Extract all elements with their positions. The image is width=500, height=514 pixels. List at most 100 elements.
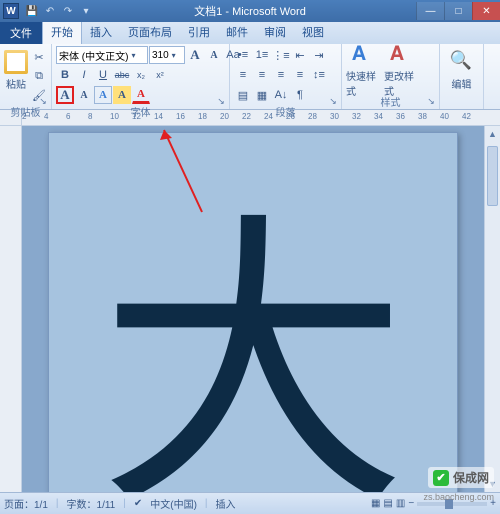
status-language[interactable]: 中文(中国)	[150, 496, 197, 511]
paragraph-launcher[interactable]: ↘	[327, 95, 339, 107]
editing-button[interactable]: 🔍 编辑	[444, 46, 479, 94]
font-size-combo[interactable]: 310 ▾	[149, 46, 185, 64]
align-left-button[interactable]: ≡	[234, 66, 252, 84]
tab-page-layout[interactable]: 页面布局	[120, 20, 180, 44]
bold-button[interactable]: B	[56, 66, 74, 84]
tab-view[interactable]: 视图	[294, 20, 332, 44]
document-text[interactable]: 大	[98, 217, 408, 492]
watermark-icon: ✔	[433, 470, 449, 486]
ruler-tick: 40	[440, 112, 449, 121]
vertical-ruler[interactable]	[0, 126, 22, 492]
status-spellcheck-icon[interactable]: ✔	[134, 498, 142, 509]
ruler-tick: 14	[154, 112, 163, 121]
text-effects-button[interactable]: A	[94, 86, 112, 104]
font-launcher[interactable]: ↘	[215, 95, 227, 107]
chevron-down-icon: ▾	[128, 51, 138, 60]
multilevel-list-button[interactable]: ⋮≡	[272, 46, 290, 64]
zoom-out-button[interactable]: −	[408, 498, 414, 509]
view-web-icon[interactable]: ▥	[396, 498, 405, 509]
show-marks-button[interactable]: ¶	[291, 86, 309, 104]
file-tab[interactable]: 文件	[0, 22, 42, 44]
ruler-tick: 38	[418, 112, 427, 121]
tab-references[interactable]: 引用	[180, 20, 218, 44]
page-viewport[interactable]: 大	[22, 126, 484, 492]
ruler-tick: 36	[396, 112, 405, 121]
group-styles: 𝐀 快速样式 𝐀 更改样式 样式 ↘	[342, 44, 440, 109]
save-button[interactable]: 💾	[24, 3, 40, 19]
view-print-layout-icon[interactable]: ▦	[371, 498, 380, 509]
chevron-down-icon: ▾	[169, 51, 179, 60]
ruler-tick: 10	[110, 112, 119, 121]
undo-button[interactable]: ↶	[42, 3, 58, 19]
vertical-scrollbar[interactable]: ▲ ▼	[484, 126, 500, 492]
subscript-button[interactable]: x₂	[132, 66, 150, 84]
line-spacing-button[interactable]: ↕≡	[310, 66, 328, 84]
strikethrough-button[interactable]: abc	[113, 66, 131, 84]
tab-review[interactable]: 审阅	[256, 20, 294, 44]
ruler-tick: 4	[44, 112, 48, 121]
ruler-tick: 32	[352, 112, 361, 121]
status-page[interactable]: 页面：1/1	[4, 496, 48, 511]
align-right-button[interactable]: ≡	[272, 66, 290, 84]
view-reading-icon[interactable]: ▤	[383, 498, 392, 509]
close-button[interactable]: ✕	[472, 2, 500, 20]
group-editing: 🔍 编辑	[440, 44, 484, 109]
styles-group-label: 样式	[346, 94, 435, 110]
italic-button[interactable]: I	[75, 66, 93, 84]
cut-button[interactable]: ✂	[30, 48, 48, 66]
document-page[interactable]: 大	[48, 132, 458, 492]
ruler-tick: 42	[462, 112, 471, 121]
shrink-font-button-2[interactable]: A	[75, 86, 93, 104]
status-word-count[interactable]: 字数：1/11	[67, 496, 116, 511]
window-controls: — □ ✕	[416, 2, 500, 20]
ruler-tick: 26	[286, 112, 295, 121]
change-styles-button[interactable]: 𝐀 更改样式	[384, 46, 420, 94]
change-styles-label: 更改样式	[384, 68, 420, 98]
underline-button[interactable]: U	[94, 66, 112, 84]
scroll-thumb[interactable]	[487, 146, 498, 206]
copy-button[interactable]: ⧉	[30, 67, 48, 85]
app-icon: W	[3, 3, 19, 19]
justify-button[interactable]: ≡	[291, 66, 309, 84]
clipboard-launcher[interactable]: ↘	[37, 95, 49, 107]
ruler-tick: 6	[66, 112, 70, 121]
font-name-combo[interactable]: 宋体 (中文正文) ▾	[56, 46, 148, 64]
ribbon: 粘贴 ✂ ⧉ 🖌 剪贴板 ↘ 宋体 (中文正文) ▾ 310 ▾ A	[0, 44, 500, 110]
change-styles-icon: 𝐀	[390, 43, 414, 66]
styles-launcher[interactable]: ↘	[425, 95, 437, 107]
tab-insert[interactable]: 插入	[82, 20, 120, 44]
paste-button[interactable]: 粘贴	[4, 46, 28, 94]
ruler-tick: 22	[242, 112, 251, 121]
status-insert-mode[interactable]: 插入	[216, 496, 236, 511]
shrink-font-button[interactable]: A	[205, 46, 223, 64]
quick-styles-button[interactable]: 𝐀 快速样式	[346, 46, 382, 94]
bullets-button[interactable]: •≡	[234, 46, 252, 64]
align-center-button[interactable]: ≡	[253, 66, 271, 84]
shading-button[interactable]: ▤	[234, 86, 252, 104]
grow-font-button-2[interactable]: A	[56, 86, 74, 104]
redo-button[interactable]: ↷	[60, 3, 76, 19]
ruler-tick: 28	[308, 112, 317, 121]
sort-button[interactable]: A↓	[272, 86, 290, 104]
superscript-button[interactable]: x²	[151, 66, 169, 84]
ruler-tick: 16	[176, 112, 185, 121]
horizontal-ruler[interactable]: 24681012141618202224262830323436384042	[0, 110, 500, 126]
highlight-button[interactable]: A	[113, 86, 131, 104]
ruler-tick: 20	[220, 112, 229, 121]
grow-font-button[interactable]: A	[186, 46, 204, 64]
decrease-indent-button[interactable]: ⇤	[291, 46, 309, 64]
numbering-button[interactable]: 1≡	[253, 46, 271, 64]
font-size-value: 310	[152, 50, 169, 61]
maximize-button[interactable]: □	[444, 2, 472, 20]
zoom-slider[interactable]	[417, 502, 487, 506]
scroll-up-button[interactable]: ▲	[485, 126, 500, 142]
editing-label: 编辑	[452, 76, 472, 91]
borders-button[interactable]: ▦	[253, 86, 271, 104]
tab-mailings[interactable]: 邮件	[218, 20, 256, 44]
paste-label: 粘贴	[6, 76, 26, 91]
increase-indent-button[interactable]: ⇥	[310, 46, 328, 64]
font-color-button[interactable]: A	[132, 86, 150, 104]
tab-home[interactable]: 开始	[42, 19, 82, 44]
minimize-button[interactable]: —	[416, 2, 444, 20]
qat-more-button[interactable]: ▾	[78, 3, 94, 19]
